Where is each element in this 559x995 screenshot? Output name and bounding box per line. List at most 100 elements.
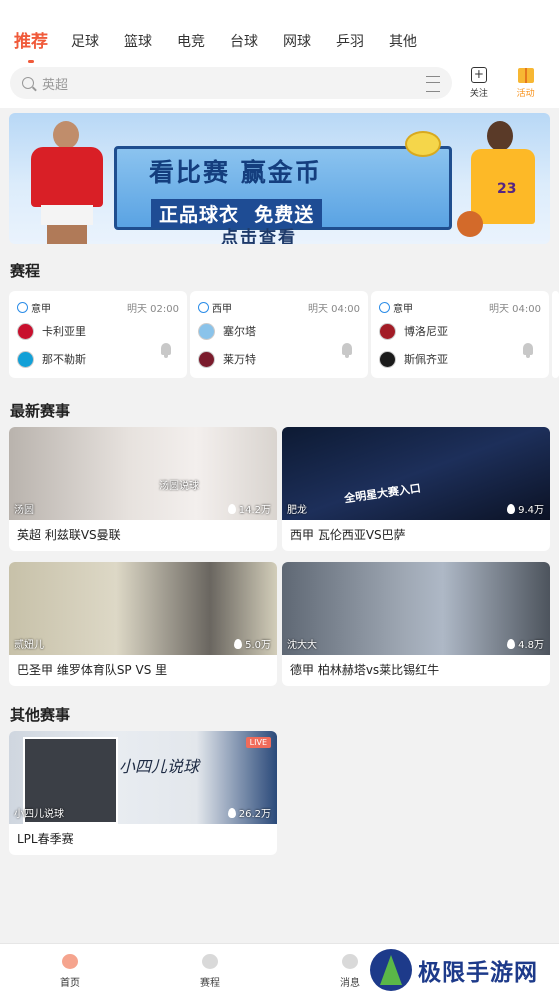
watermark: 极限手游网 <box>370 948 538 992</box>
view-count: 4.8万 <box>507 636 544 651</box>
watermark-logo-icon <box>370 949 412 991</box>
schedule-title: 赛程 <box>10 262 41 280</box>
follow-button[interactable]: 关注 <box>460 67 499 99</box>
banner-cta: 点击查看 <box>221 228 297 244</box>
match-league: 意甲 <box>31 303 51 315</box>
video-caption: LPL春季赛 <box>17 832 74 846</box>
search-placeholder: 英超 <box>42 77 69 93</box>
bell-icon[interactable] <box>342 343 352 358</box>
tab-recommended[interactable]: 推荐 <box>14 30 48 54</box>
video-card[interactable]: 汤圆说球 汤圆 14.2万 英超 利兹联VS曼联 <box>9 427 277 551</box>
search-input[interactable]: 英超 <box>10 67 452 99</box>
home-team: 博洛尼亚 <box>404 325 448 338</box>
bell-icon[interactable] <box>523 343 533 358</box>
away-team: 那不勒斯 <box>42 353 86 366</box>
basketball-icon <box>457 211 483 237</box>
tab-tennis[interactable]: 网球 <box>283 30 311 54</box>
match-time: 明天 04:00 <box>489 303 541 315</box>
video-caption: 德甲 柏林赫塔vs莱比锡红牛 <box>290 663 440 677</box>
match-card[interactable]: 意甲 明天 04:00 博洛尼亚 斯佩齐亚 <box>371 291 549 378</box>
tab-billiards[interactable]: 台球 <box>230 30 258 54</box>
video-thumbnail: 贰妞儿 5.0万 <box>9 562 277 655</box>
view-count-value: 14.2万 <box>238 505 271 516</box>
bell-icon[interactable] <box>161 343 171 358</box>
match-card[interactable]: 西甲 明天 04:00 塞尔塔 莱万特 <box>190 291 368 378</box>
nav-schedule[interactable]: 赛程 <box>140 944 280 995</box>
home-icon <box>62 954 78 969</box>
match-time: 明天 02:00 <box>127 303 179 315</box>
latest-title: 最新赛事 <box>10 402 71 420</box>
fire-icon <box>234 638 243 649</box>
tab-other[interactable]: 其他 <box>389 30 417 54</box>
team-logo-icon <box>17 322 34 340</box>
thumbnail-text: 汤圆说球 <box>159 481 199 492</box>
home-team: 卡利亚里 <box>42 325 86 338</box>
video-card[interactable]: 小四儿说球 LIVE 小四儿说球 26.2万 LPL春季赛 <box>9 731 277 855</box>
video-thumbnail: 沈大大 4.8万 <box>282 562 550 655</box>
coin-icon <box>405 131 441 157</box>
team-logo-icon <box>379 350 396 368</box>
video-thumbnail: 汤圆说球 汤圆 14.2万 <box>9 427 277 520</box>
nav-home[interactable]: 首页 <box>0 944 140 995</box>
video-thumbnail: 小四儿说球 LIVE 小四儿说球 26.2万 <box>9 731 277 824</box>
author-name: 肥龙 <box>287 505 307 516</box>
follow-label: 关注 <box>469 89 488 99</box>
home-team: 塞尔塔 <box>223 325 256 338</box>
author-name: 沈大大 <box>287 640 317 651</box>
watermark-text: 极限手游网 <box>418 960 538 986</box>
video-caption: 西甲 瓦伦西亚VS巴萨 <box>290 528 406 542</box>
view-count-value: 5.0万 <box>245 640 271 651</box>
nav-messages-label: 消息 <box>340 978 360 989</box>
tab-basketball[interactable]: 篮球 <box>124 30 152 54</box>
player-yellow-illustration: 23 <box>457 121 542 244</box>
video-card[interactable]: 沈大大 4.8万 德甲 柏林赫塔vs莱比锡红牛 <box>282 562 550 686</box>
activity-button[interactable]: 活动 <box>506 67 545 99</box>
video-thumbnail: 全明星大赛入口 肥龙 9.4万 <box>282 427 550 520</box>
view-count: 14.2万 <box>227 501 271 516</box>
match-league: 西甲 <box>212 303 232 315</box>
author-name: 小四儿说球 <box>14 809 64 820</box>
search-icon <box>22 77 34 89</box>
thumbnail-text: 全明星大赛入口 <box>343 481 422 506</box>
view-count: 5.0万 <box>234 636 271 651</box>
fire-icon <box>227 503 236 514</box>
message-icon <box>342 954 358 969</box>
fire-icon <box>227 807 236 818</box>
fire-icon <box>507 503 516 514</box>
promo-banner[interactable]: 看比赛 赢金币 正品球衣 免费送 点击查看 23 <box>9 113 550 244</box>
team-logo-icon <box>379 322 396 340</box>
view-count-value: 9.4万 <box>518 505 544 516</box>
video-card[interactable]: 贰妞儿 5.0万 巴圣甲 维罗体育队SP VS 里 <box>9 562 277 686</box>
match-league: 意甲 <box>393 303 413 315</box>
view-count-value: 4.8万 <box>518 640 544 651</box>
other-title: 其他赛事 <box>10 706 71 724</box>
tab-football[interactable]: 足球 <box>71 30 99 54</box>
jersey-number: 23 <box>497 181 517 197</box>
video-caption: 英超 利兹联VS曼联 <box>17 528 121 542</box>
fire-icon <box>507 638 516 649</box>
schedule-icon <box>202 954 218 969</box>
view-count: 26.2万 <box>227 805 271 820</box>
category-tabs: 推荐 足球 篮球 电竞 台球 网球 乒羽 其他 <box>0 30 559 64</box>
player-red-illustration <box>27 121 105 244</box>
team-logo-icon <box>198 322 215 340</box>
match-card-partial[interactable] <box>552 291 559 378</box>
author-name: 贰妞儿 <box>14 640 44 651</box>
football-icon <box>198 301 209 313</box>
football-icon <box>17 301 28 313</box>
scan-icon[interactable] <box>425 76 440 92</box>
author-name: 汤圆 <box>14 505 34 516</box>
live-badge: LIVE <box>245 737 271 748</box>
gift-icon <box>517 67 534 83</box>
tab-esports[interactable]: 电竞 <box>177 30 205 54</box>
video-caption: 巴圣甲 维罗体育队SP VS 里 <box>17 663 168 677</box>
video-card[interactable]: 全明星大赛入口 肥龙 9.4万 西甲 瓦伦西亚VS巴萨 <box>282 427 550 551</box>
activity-label: 活动 <box>516 88 535 99</box>
thumbnail-text: 小四儿说球 <box>119 757 200 776</box>
team-logo-icon <box>17 350 34 368</box>
match-card[interactable]: 意甲 明天 02:00 卡利亚里 那不勒斯 <box>9 291 187 378</box>
follow-icon <box>470 67 487 83</box>
nav-schedule-label: 赛程 <box>200 978 220 989</box>
top-bar: 推荐 足球 篮球 电竞 台球 网球 乒羽 其他 英超 关注 活动 <box>0 0 559 108</box>
tab-table-tennis-badminton[interactable]: 乒羽 <box>336 30 364 54</box>
